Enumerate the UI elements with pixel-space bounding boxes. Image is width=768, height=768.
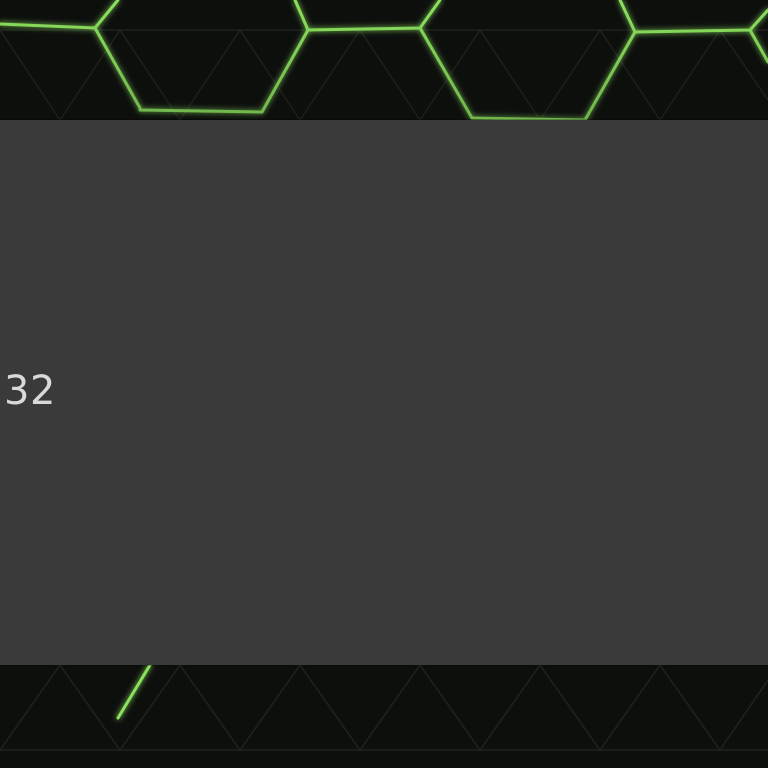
app-window: 32 xyxy=(0,0,768,768)
panel-value-text: 32 xyxy=(4,368,56,414)
content-panel xyxy=(0,120,768,665)
